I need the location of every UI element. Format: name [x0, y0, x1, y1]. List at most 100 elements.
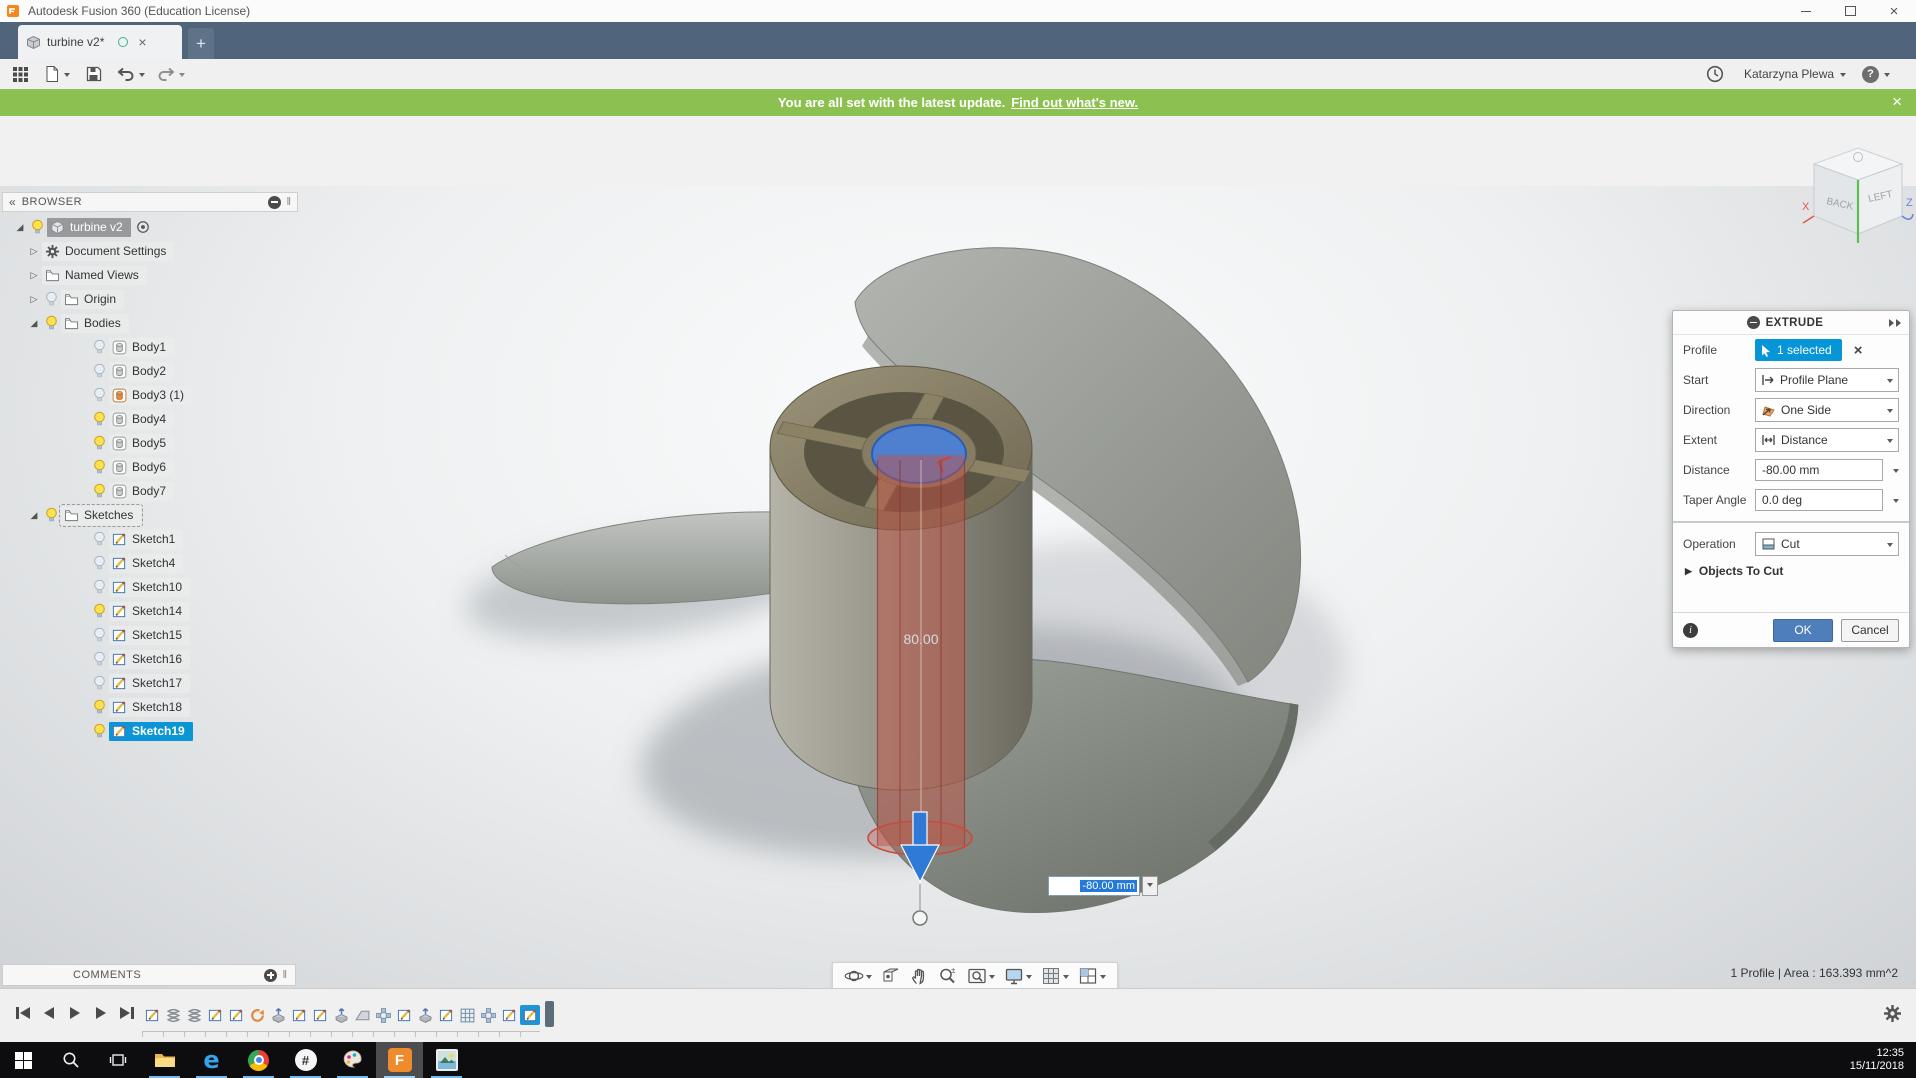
rectangular-pattern-feature-icon[interactable] [457, 1005, 477, 1025]
start-menu-button[interactable] [0, 1042, 47, 1078]
account-menu[interactable]: Katarzyna Plewa [1744, 63, 1846, 85]
tree-row-named-views[interactable]: ▷Named Views [2, 263, 304, 287]
step-back-button[interactable] [38, 1001, 60, 1025]
collapse-panel-icon[interactable]: « [9, 197, 16, 207]
objects-to-cut-expander[interactable]: ▶ Objects To Cut [1673, 559, 1909, 583]
tree-row-body3-1[interactable]: Body3 (1) [2, 383, 304, 407]
info-icon[interactable]: i [1683, 623, 1698, 638]
ok-button[interactable]: OK [1773, 619, 1833, 642]
fit-tool[interactable] [964, 966, 998, 986]
start-dropdown[interactable]: Profile Plane [1755, 368, 1899, 392]
visibility-bulb-icon[interactable] [90, 579, 109, 595]
tree-row-sketch16[interactable]: Sketch16 [2, 647, 304, 671]
close-button[interactable]: × [1872, 0, 1916, 22]
viewports-tool[interactable] [1075, 966, 1109, 986]
revolve-feature-icon[interactable] [247, 1005, 267, 1025]
browser-minimize-icon[interactable] [268, 196, 281, 209]
dialog-minimize-icon[interactable] [1747, 316, 1760, 329]
tree-row-sketch17[interactable]: Sketch17 [2, 671, 304, 695]
add-comment-icon[interactable] [264, 969, 277, 982]
new-tab-button[interactable]: + [188, 28, 214, 59]
timeline-track[interactable] [142, 1031, 540, 1037]
tree-row-body1[interactable]: Body1 [2, 335, 304, 359]
help-menu[interactable]: ? [1862, 63, 1890, 85]
circular-pattern-feature-icon[interactable] [373, 1005, 393, 1025]
tree-row-body4[interactable]: Body4 [2, 407, 304, 431]
visibility-bulb-icon[interactable] [90, 411, 109, 427]
expander-closed-icon[interactable]: ▷ [26, 270, 42, 281]
visibility-bulb-icon[interactable] [42, 291, 61, 307]
tree-row-bodies[interactable]: ◢Bodies [2, 311, 304, 335]
visibility-bulb-icon[interactable] [90, 483, 109, 499]
hash-app-button[interactable]: # [282, 1042, 329, 1078]
tree-row-sketch18[interactable]: Sketch18 [2, 695, 304, 719]
dialog-expand-icon[interactable] [1889, 319, 1901, 327]
visibility-bulb-icon[interactable] [90, 699, 109, 715]
comments-bar[interactable]: COMMENTS ‖ [2, 964, 296, 986]
visibility-bulb-icon[interactable] [90, 363, 109, 379]
tree-row-document-settings[interactable]: ▷Document Settings [2, 239, 304, 263]
sketch-feature-icon[interactable] [436, 1005, 456, 1025]
file-explorer-button[interactable] [141, 1042, 188, 1078]
visibility-bulb-icon[interactable] [90, 555, 109, 571]
visibility-bulb-icon[interactable] [28, 219, 47, 235]
visibility-bulb-icon[interactable] [90, 435, 109, 451]
tree-row-body5[interactable]: Body5 [2, 431, 304, 455]
view-cube[interactable]: BACK LEFT X Z [1800, 142, 1916, 248]
sketch-feature-icon[interactable] [226, 1005, 246, 1025]
visibility-bulb-icon[interactable] [90, 459, 109, 475]
distance-input[interactable]: -80.00 mm [1755, 459, 1883, 481]
extrude-feature-icon[interactable] [268, 1005, 288, 1025]
tab-turbine-v2[interactable]: turbine v2* × [18, 25, 182, 59]
profile-selection-chip[interactable]: 1 selected [1755, 339, 1842, 361]
browser-drag-handle[interactable]: ‖ [286, 196, 291, 208]
operation-dropdown[interactable]: Cut [1755, 532, 1899, 556]
canvas-distance-input[interactable]: -80.00 mm [1048, 876, 1140, 896]
visibility-bulb-icon[interactable] [90, 339, 109, 355]
clear-selection-icon[interactable]: × [1854, 342, 1863, 359]
tree-row-sketch1[interactable]: Sketch1 [2, 527, 304, 551]
taper-angle-input[interactable]: 0.0 deg [1755, 489, 1883, 511]
zoom-tool[interactable]: ± [935, 966, 961, 986]
display-settings-tool[interactable] [1001, 966, 1035, 986]
save-button[interactable] [86, 63, 102, 85]
coil-feature-icon[interactable] [163, 1005, 183, 1025]
visibility-bulb-icon[interactable] [90, 675, 109, 691]
banner-link[interactable]: Find out what's new. [1011, 95, 1138, 110]
timeline-position-marker[interactable] [545, 1001, 554, 1027]
sketch-feature-icon[interactable] [310, 1005, 330, 1025]
tree-row-body2[interactable]: Body2 [2, 359, 304, 383]
expander-closed-icon[interactable]: ▷ [26, 294, 42, 305]
visibility-bulb-icon[interactable] [90, 723, 109, 739]
photos-button[interactable] [423, 1042, 470, 1078]
expander-closed-icon[interactable]: ▷ [26, 246, 42, 257]
sketch-feature-icon[interactable] [394, 1005, 414, 1025]
look-at-tool[interactable] [878, 966, 904, 986]
activate-component-icon[interactable] [136, 220, 150, 234]
grid-settings-tool[interactable] [1038, 966, 1072, 986]
direction-dropdown[interactable]: One Side [1755, 398, 1899, 422]
tree-row-sketch19[interactable]: Sketch19 [2, 719, 304, 743]
distance-dropdown-icon[interactable] [1893, 469, 1899, 476]
taskbar-clock[interactable]: 12:35 15/11/2018 [1850, 1042, 1916, 1078]
go-to-end-button[interactable] [116, 1001, 138, 1025]
search-button[interactable] [47, 1042, 94, 1078]
dialog-header[interactable]: EXTRUDE [1673, 311, 1909, 335]
circular-pattern-feature-icon[interactable] [478, 1005, 498, 1025]
taper-dropdown-icon[interactable] [1893, 499, 1899, 506]
chamfer-feature-icon[interactable] [352, 1005, 372, 1025]
paint-3d-button[interactable] [329, 1042, 376, 1078]
tree-row-origin[interactable]: ▷Origin [2, 287, 304, 311]
play-button[interactable] [64, 1001, 86, 1025]
sketch-feature-icon[interactable] [499, 1005, 519, 1025]
extrude-feature-icon[interactable] [415, 1005, 435, 1025]
tree-row-turbine-v2[interactable]: ◢turbine v2 [2, 215, 304, 239]
chrome-button[interactable] [235, 1042, 282, 1078]
sketch-feature-icon[interactable] [142, 1005, 162, 1025]
pan-tool[interactable] [907, 966, 932, 986]
sketch-feature-icon[interactable] [205, 1005, 225, 1025]
file-menu-button[interactable] [44, 63, 70, 85]
edge-button[interactable]: e [188, 1042, 235, 1078]
tree-row-sketch14[interactable]: Sketch14 [2, 599, 304, 623]
go-to-start-button[interactable] [12, 1001, 34, 1025]
